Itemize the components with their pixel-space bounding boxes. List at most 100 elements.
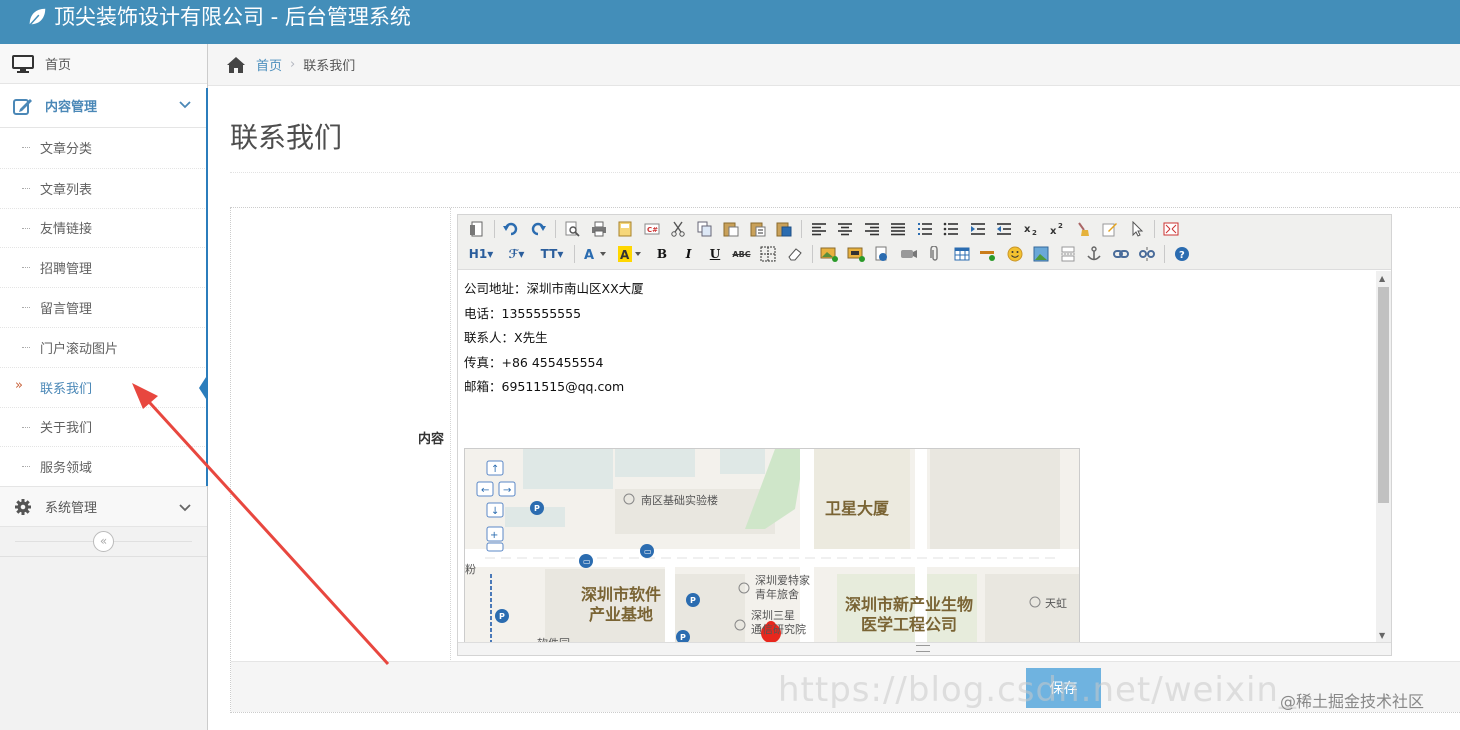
justify-icon[interactable] xyxy=(888,219,909,239)
editor-resize-handle[interactable] xyxy=(458,642,1391,655)
eraser-icon[interactable] xyxy=(784,244,805,264)
bullet-list-icon[interactable] xyxy=(941,219,962,239)
italic-icon[interactable]: I xyxy=(678,244,699,264)
sidebar-item-label: 门户滚动图片 xyxy=(40,341,119,357)
align-right-icon[interactable] xyxy=(861,219,882,239)
rich-text-editor[interactable]: C# x2 x2 H1 ▾ ℱ ▾ TT ▾ A A B I U ABC ? 公… xyxy=(457,214,1392,656)
align-left-icon[interactable] xyxy=(808,219,829,239)
insert-flash-icon[interactable] xyxy=(872,244,893,264)
embedded-map[interactable]: ↑ ← → ↓ + P ▭ ▭ PPP 南区基础实验楼 卫星大厦 深圳市软件 产… xyxy=(464,448,1080,643)
heading-button[interactable]: H1 ▾ xyxy=(466,244,496,264)
top-navbar: 顶尖装饰设计有限公司 - 后台管理系统 xyxy=(0,0,1460,44)
leaf-icon xyxy=(29,8,46,26)
breadcrumb-separator: › xyxy=(290,57,296,72)
sidebar-item-home[interactable]: 首页 xyxy=(0,44,207,84)
paste-text-icon[interactable] xyxy=(747,219,768,239)
svg-text:P: P xyxy=(680,633,686,642)
svg-text:P: P xyxy=(499,612,505,621)
preview-icon[interactable] xyxy=(562,219,583,239)
help-icon[interactable]: ? xyxy=(1171,244,1192,264)
anchor-icon[interactable] xyxy=(1084,244,1105,264)
template-icon[interactable] xyxy=(615,219,636,239)
attachment-icon[interactable] xyxy=(925,244,946,264)
copy-icon[interactable] xyxy=(694,219,715,239)
insert-image-icon[interactable] xyxy=(819,244,840,264)
code-icon[interactable]: C# xyxy=(641,219,662,239)
paste-icon[interactable] xyxy=(721,219,742,239)
sidebar-item-label: 内容管理 xyxy=(45,100,98,115)
scrollbar-thumb[interactable] xyxy=(1378,287,1389,503)
brand[interactable]: 顶尖装饰设计有限公司 - 后台管理系统 xyxy=(26,3,411,31)
bold-icon[interactable]: B xyxy=(652,244,673,264)
highlight-color-icon[interactable]: A xyxy=(616,244,646,264)
sidebar-item-contact-us[interactable]: » 联系我们 xyxy=(0,366,208,407)
fullscreen-icon[interactable] xyxy=(1161,219,1182,239)
desktop-icon xyxy=(12,54,34,74)
sidebar-item-label: 关于我们 xyxy=(40,421,93,437)
sidebar-item-friend-links[interactable]: 友情链接 xyxy=(0,207,207,248)
clear-format-icon[interactable] xyxy=(1073,219,1094,239)
sidebar-item-messages[interactable]: 留言管理 xyxy=(0,287,207,327)
outdent-icon[interactable] xyxy=(994,219,1015,239)
align-center-icon[interactable] xyxy=(835,219,856,239)
underline-icon[interactable]: U xyxy=(705,244,726,264)
horizontal-rule-icon[interactable] xyxy=(978,244,999,264)
sidebar-collapse-bar: « xyxy=(0,527,207,558)
insert-table-icon[interactable] xyxy=(951,244,972,264)
source-icon[interactable] xyxy=(466,219,487,239)
gear-icon xyxy=(12,497,34,517)
cut-icon[interactable] xyxy=(668,219,689,239)
chevron-down-icon xyxy=(179,98,191,113)
svg-text:A: A xyxy=(584,248,594,262)
sidebar-item-recruitment[interactable]: 招聘管理 xyxy=(0,247,207,287)
form-label-divider xyxy=(450,208,451,660)
format-icon[interactable] xyxy=(1100,219,1121,239)
scroll-up-icon[interactable]: ▲ xyxy=(1379,274,1385,283)
paste-word-icon[interactable] xyxy=(774,219,795,239)
sidebar-item-service-areas[interactable]: 服务领域 xyxy=(0,446,207,486)
edit-icon xyxy=(12,96,34,116)
sidebar-item-system-management[interactable]: 系统管理 xyxy=(0,487,207,528)
strikethrough-icon[interactable]: ABC xyxy=(731,244,752,264)
svg-text:2: 2 xyxy=(1058,222,1063,230)
print-icon[interactable] xyxy=(588,219,609,239)
image-manager-icon[interactable] xyxy=(1031,244,1052,264)
editor-scrollbar[interactable]: ▲ ▼ xyxy=(1376,271,1391,643)
sidebar-item-article-category[interactable]: 文章分类 xyxy=(0,128,207,168)
svg-text:?: ? xyxy=(1179,250,1185,261)
link-icon[interactable] xyxy=(1110,244,1131,264)
superscript-icon[interactable]: x2 xyxy=(1047,219,1068,239)
font-color-icon[interactable]: A xyxy=(581,244,611,264)
redo-icon[interactable] xyxy=(527,219,548,239)
svg-text:←: ← xyxy=(481,485,489,496)
sidebar-item-portal-slider[interactable]: 门户滚动图片 xyxy=(0,326,207,367)
map-label-bio-company: 深圳市新产业生物 医学工程公司 xyxy=(845,595,974,634)
font-size-button[interactable]: TT ▾ xyxy=(537,244,567,264)
watermark: https://blog.csdn.net/weixin_ xyxy=(778,670,1297,710)
font-family-button[interactable]: ℱ ▾ xyxy=(502,244,532,264)
insert-video-icon[interactable] xyxy=(845,244,866,264)
sidebar-item-article-list[interactable]: 文章列表 xyxy=(0,167,207,208)
select-all-icon[interactable] xyxy=(1126,219,1147,239)
emoticon-icon[interactable] xyxy=(1004,244,1025,264)
table-borders-icon[interactable] xyxy=(758,244,779,264)
contact-person-line: 联系人：X先生 xyxy=(464,330,548,345)
indent-icon[interactable] xyxy=(967,219,988,239)
subscript-icon[interactable]: x2 xyxy=(1020,219,1041,239)
sidebar-item-about-us[interactable]: 关于我们 xyxy=(0,406,207,447)
undo-icon[interactable] xyxy=(501,219,522,239)
sidebar-item-content-management[interactable]: 内容管理 xyxy=(0,84,207,128)
svg-text:A: A xyxy=(620,248,630,262)
page-break-icon[interactable] xyxy=(1057,244,1078,264)
page-title: 联系我们 xyxy=(230,121,343,154)
ordered-list-icon[interactable] xyxy=(914,219,935,239)
breadcrumb-home-link[interactable]: 首页 xyxy=(256,55,282,74)
address-line: 公司地址：深圳市南山区XX大厦 xyxy=(464,281,644,296)
collapse-icon[interactable]: « xyxy=(93,531,114,553)
home-icon xyxy=(227,56,245,73)
map-label-tower: 卫星大厦 xyxy=(825,499,890,518)
unlink-icon[interactable] xyxy=(1137,244,1158,264)
insert-media-icon[interactable] xyxy=(898,244,919,264)
editor-content[interactable]: 公司地址：深圳市南山区XX大厦 电话：1355555555 联系人：X先生 传真… xyxy=(458,271,1376,643)
scroll-down-icon[interactable]: ▼ xyxy=(1379,631,1385,640)
